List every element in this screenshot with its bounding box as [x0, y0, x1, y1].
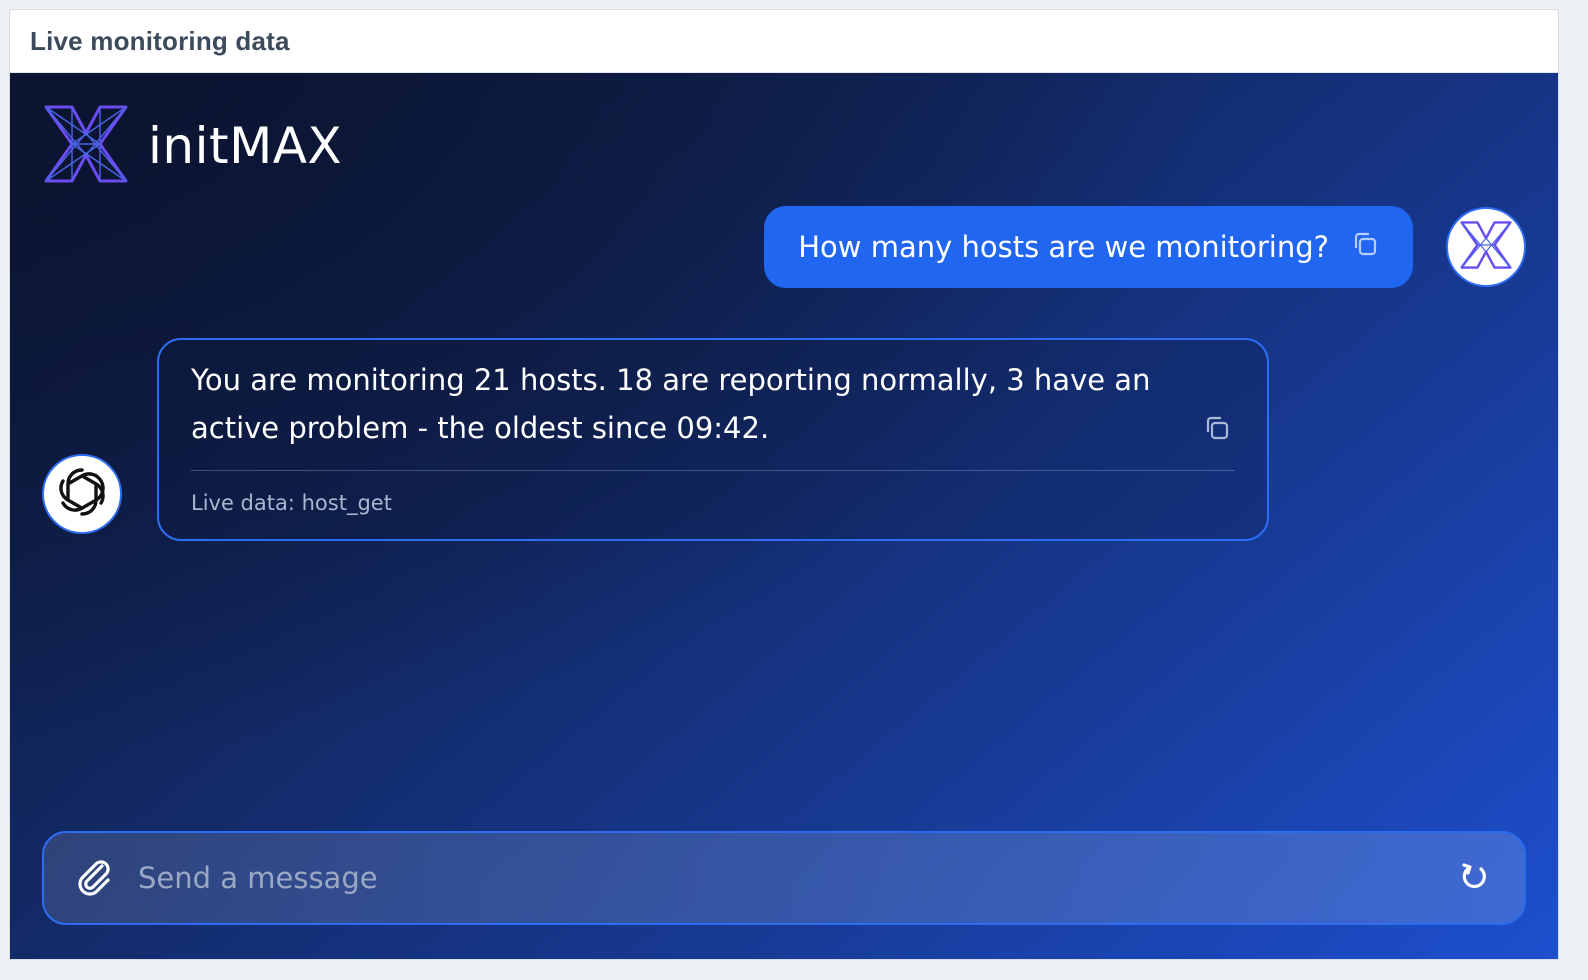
refresh-icon: [1458, 860, 1490, 896]
assistant-avatar: [42, 454, 122, 534]
brand-name: initMAX: [148, 117, 343, 175]
widget-title: Live monitoring data: [30, 25, 290, 56]
message-input[interactable]: [136, 847, 1446, 909]
widget-header: Live monitoring data: [10, 10, 1558, 73]
assistant-message-bubble: You are monitoring 21 hosts. 18 are repo…: [157, 338, 1269, 541]
copy-icon[interactable]: [1351, 230, 1379, 265]
initmax-logo-icon: [1459, 220, 1513, 274]
message-composer: [42, 831, 1526, 925]
refresh-button[interactable]: [1446, 850, 1502, 906]
user-message-bubble: How many hosts are we monitoring?: [764, 206, 1413, 288]
user-message-text: How many hosts are we monitoring?: [798, 230, 1329, 264]
widget-container: Live monitoring data initMAX How many ho…: [9, 9, 1559, 960]
user-message-row: How many hosts are we monitoring?: [764, 206, 1526, 288]
initmax-logo-icon: [42, 103, 130, 189]
user-avatar: [1446, 207, 1526, 287]
chat-panel: initMAX How many hosts are we monitoring…: [10, 73, 1558, 959]
message-divider: [191, 470, 1235, 471]
copy-icon[interactable]: [1203, 414, 1231, 446]
brand: initMAX: [42, 103, 342, 189]
assistant-message-text: You are monitoring 21 hosts. 18 are repo…: [191, 363, 1151, 445]
attach-button[interactable]: [64, 848, 124, 908]
assistant-message-meta: Live data: host_get: [191, 491, 392, 515]
openai-logo-icon: [52, 462, 112, 526]
paperclip-icon: [72, 854, 116, 902]
